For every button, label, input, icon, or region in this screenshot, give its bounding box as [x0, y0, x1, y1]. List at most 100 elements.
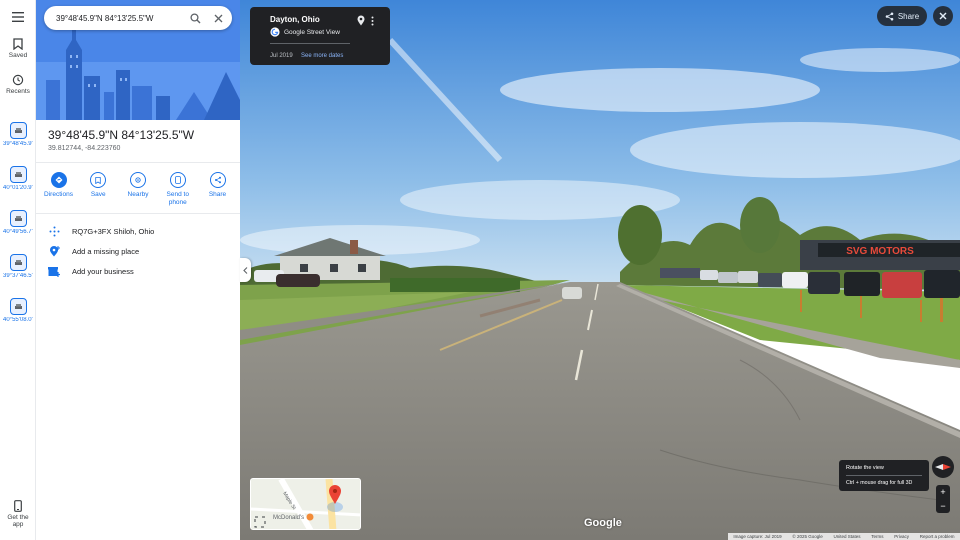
bookmark-icon: [90, 172, 107, 188]
add-business-text: Add your business: [72, 266, 134, 276]
nearby-label: Nearby: [127, 191, 149, 198]
google-logo: Google: [584, 517, 622, 529]
recent-item[interactable]: 40°55'08.0"N: [3, 298, 33, 324]
dealership: SVG MOTORS: [800, 240, 960, 270]
terms-link[interactable]: Terms: [871, 534, 883, 539]
street-view-source: Google Street View: [270, 27, 340, 37]
clear-search-button[interactable]: [209, 9, 227, 27]
share-button[interactable]: Share: [199, 172, 236, 206]
recent-item-label: 39°48'45.9"N: [3, 141, 33, 147]
divider: [270, 43, 350, 44]
recents-button[interactable]: Recents: [0, 74, 36, 95]
share-label: Share: [897, 11, 920, 21]
phone-icon: [14, 500, 22, 512]
rotate-tooltip: Rotate the view Ctrl + mouse drag for fu…: [839, 460, 929, 491]
street-view-thumb-icon: [9, 254, 27, 271]
saved-label: Saved: [8, 52, 28, 59]
street-view-thumb-icon: [9, 210, 27, 227]
mini-map[interactable]: Maple St McDonald's: [250, 478, 361, 530]
location-city: Dayton, Ohio: [270, 15, 320, 24]
add-missing-place-row[interactable]: Add a missing place: [48, 244, 234, 258]
get-app-button[interactable]: Get the app: [0, 500, 36, 528]
add-business-icon: [48, 265, 60, 277]
compass-icon: [935, 464, 951, 470]
directions-button[interactable]: Directions: [40, 172, 77, 206]
share-icon: [209, 172, 226, 188]
save-button[interactable]: Save: [80, 172, 117, 206]
plus-code-row[interactable]: RQ7G+3FX Shiloh, Ohio: [48, 224, 234, 238]
close-icon: [214, 14, 222, 22]
menu-icon: [12, 12, 24, 22]
add-location-icon: [48, 245, 60, 257]
recent-item[interactable]: 39°37'46.5"N: [3, 254, 33, 280]
compass-rotate-control[interactable]: [932, 456, 954, 478]
share-button[interactable]: Share: [877, 6, 927, 26]
send-to-phone-button[interactable]: Send to phone: [159, 172, 196, 206]
zoom-out-button[interactable]: −: [940, 501, 945, 511]
recents-label: Recents: [6, 88, 30, 95]
plus-code-text: RQ7G+3FX Shiloh, Ohio: [72, 226, 155, 236]
street-view-info-card: Dayton, Ohio Google Street View Jul 2019…: [250, 7, 390, 65]
get-app-label: Get the app: [7, 514, 29, 528]
directions-icon: [50, 172, 67, 188]
location-pin-icon[interactable]: [357, 15, 365, 26]
street-view-pano[interactable]: SVG MOTORS: [240, 0, 960, 540]
add-business-row[interactable]: Add your business: [48, 264, 234, 278]
phone-icon: [169, 172, 186, 188]
tooltip-hint: Ctrl + mouse drag for full 3D: [846, 480, 913, 486]
search-icon: [189, 12, 200, 23]
search-box[interactable]: 39°48'45.9"N 84°13'25.5"W: [44, 6, 232, 30]
place-coordinates: 39.812744, -84.223760: [48, 145, 121, 152]
chevron-left-icon: [243, 266, 248, 274]
street-view-source-label: Google Street View: [284, 28, 340, 36]
street-view-thumb-icon: [9, 166, 27, 183]
image-capture-date: Image capture: Jul 2019: [733, 534, 782, 539]
collapse-panel-button[interactable]: [240, 258, 251, 282]
share-icon: [885, 12, 894, 20]
street-view-thumb-icon: [9, 298, 27, 315]
maps-app: Saved Recents 39°48'45.9"N 40°01'20.9"N …: [0, 0, 960, 540]
left-rail: Saved Recents 39°48'45.9"N 40°01'20.9"N …: [0, 0, 36, 540]
recent-item-label: 40°55'08.0"N: [3, 317, 33, 323]
divider: [36, 162, 240, 163]
mini-map-graphic: Maple St McDonald's: [251, 479, 360, 529]
google-g-icon: [270, 27, 280, 37]
plus-code-icon: [48, 225, 60, 237]
tooltip-title: Rotate the view: [846, 465, 884, 471]
dealership-sign: SVG MOTORS: [846, 246, 914, 257]
search-button[interactable]: [186, 9, 204, 27]
nearby-button[interactable]: Nearby: [120, 172, 157, 206]
zoom-in-button[interactable]: +: [940, 487, 945, 497]
bookmark-icon: [13, 38, 23, 50]
recent-item[interactable]: 39°48'45.9"N: [3, 122, 33, 148]
recent-item-label: 40°01'20.9"N: [3, 185, 33, 191]
privacy-link[interactable]: Privacy: [894, 534, 909, 539]
search-input[interactable]: 39°48'45.9"N 84°13'25.5"W: [56, 14, 186, 23]
place-title: 39°48'45.9"N 84°13'25.5"W: [48, 128, 195, 142]
place-panel: 39°48'45.9"N 84°13'25.5"W 39°48'45.9"N 8…: [36, 0, 240, 540]
recent-item-label: 39°37'46.5"N: [3, 273, 33, 279]
nearby-icon: [130, 172, 146, 188]
send-to-phone-label: Send to phone: [166, 191, 189, 206]
street-view-thumb-icon: [9, 122, 27, 139]
zoom-controls: + −: [936, 485, 950, 513]
street-view-image[interactable]: SVG MOTORS: [240, 0, 960, 540]
recent-item-label: 40°49'56.7"N: [3, 229, 33, 235]
add-missing-place-text: Add a missing place: [72, 246, 140, 256]
see-more-dates-link[interactable]: See more dates: [301, 53, 343, 59]
menu-button[interactable]: [0, 12, 36, 22]
mini-map-poi-label: McDonald's: [273, 515, 304, 521]
report-problem-link[interactable]: Report a problem: [920, 534, 955, 539]
saved-button[interactable]: Saved: [0, 38, 36, 59]
capture-date: Jul 2019: [270, 53, 293, 59]
recent-item[interactable]: 40°49'56.7"N: [3, 210, 33, 236]
recent-item[interactable]: 40°01'20.9"N: [3, 166, 33, 192]
copyright: © 2025 Google: [792, 534, 823, 539]
more-vert-icon[interactable]: [371, 16, 374, 26]
divider: [36, 213, 240, 214]
action-bar: Directions Save Nearby Send to phone Sha…: [40, 172, 236, 206]
restaurant-poi-icon: [306, 513, 314, 521]
close-icon: [939, 12, 947, 20]
country-link[interactable]: United States: [834, 534, 861, 539]
close-street-view-button[interactable]: [933, 6, 953, 26]
